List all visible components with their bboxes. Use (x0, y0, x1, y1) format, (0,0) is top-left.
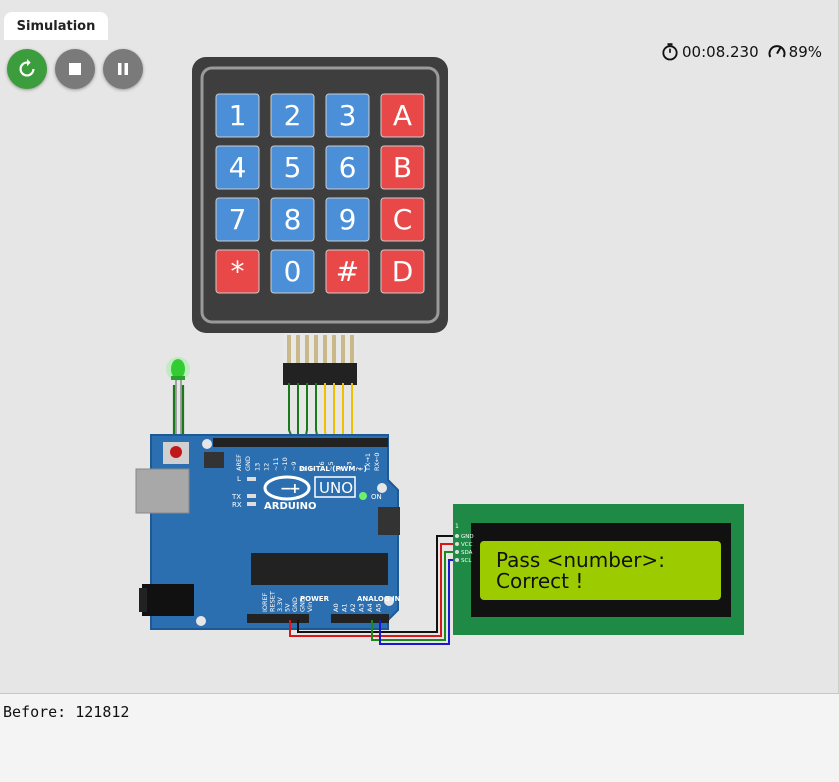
keypad-key-label: 1 (229, 99, 247, 132)
tx-label: TX (231, 493, 241, 501)
keypad-key-0[interactable]: 0 (270, 249, 315, 294)
keypad-key-label: D (392, 255, 414, 288)
arduino-logo-plus: + (289, 481, 301, 497)
analog-header-label: ANALOG IN (357, 595, 401, 603)
l-label: L (237, 475, 241, 483)
keypad-key-A[interactable]: A (380, 93, 425, 138)
simulation-canvas[interactable]: Simulation 00:08.230 89% 1 2 3 A 4 5 6 B… (0, 0, 839, 693)
keypad-key-label: * (231, 255, 245, 288)
analog-pin-label: A5 (375, 603, 383, 612)
arduino-uno-board[interactable]: − + UNO ARDUINO DIGITAL (PWM ~) ANALOG I… (135, 434, 401, 630)
keypad-key-#[interactable]: # (325, 249, 370, 294)
lcd-display[interactable]: 1 GNDVCCSDASCL Pass <number>: Correct ! (453, 504, 744, 635)
on-label: ON (371, 493, 382, 501)
analog-pin-label: A0 (332, 603, 340, 612)
digital-pin-label: RX←0 (373, 452, 381, 471)
digital-pin-label: 2 (355, 467, 363, 471)
digital-pin-label: ~6 (318, 461, 326, 471)
analog-pin-label: A2 (349, 603, 357, 612)
keypad-key-label: 0 (284, 255, 302, 288)
keypad-key-label: 8 (284, 203, 302, 236)
lcd-pin-label: SDA (461, 550, 473, 556)
keypad-key-1[interactable]: 1 (215, 93, 260, 138)
keypad-key-3[interactable]: 3 (325, 93, 370, 138)
arduino-brand: ARDUINO (264, 501, 316, 512)
digital-pin-label: ~5 (327, 461, 335, 471)
keypad-key-B[interactable]: B (380, 145, 425, 190)
digital-pin-label: ~11 (272, 457, 280, 471)
keypad-key-6[interactable]: 6 (325, 145, 370, 190)
digital-pin-label: 12 (263, 463, 271, 471)
keypad-key-2[interactable]: 2 (270, 93, 315, 138)
digital-pin-label: GND (244, 456, 252, 471)
analog-pin-label: A4 (366, 603, 374, 612)
keypad-key-D[interactable]: D (380, 249, 425, 294)
keypad-key-label: 3 (339, 99, 357, 132)
digital-pin-label: 8 (299, 467, 307, 471)
digital-pin-label: AREF (235, 454, 243, 471)
circuit-diagram: 1 2 3 A4 5 6 B7 8 9 C* 0 # D − + UNO ARD… (135, 57, 744, 645)
power-pin-label: Vin (306, 602, 314, 612)
digital-pin-label: 7 (309, 467, 317, 471)
keypad-key-label: 6 (339, 151, 357, 184)
arduino-model: UNO (319, 479, 353, 497)
keypad-key-label: 2 (284, 99, 302, 132)
keypad-key-label: 5 (284, 151, 302, 184)
digital-pin-label: 13 (253, 463, 261, 471)
digital-pin-label: 4 (336, 467, 344, 471)
keypad-key-label: C (393, 203, 413, 236)
lcd-line-2: Correct ! (496, 569, 583, 593)
serial-output: Before: 121812 (3, 703, 130, 721)
digital-pin-label: ~10 (281, 457, 289, 471)
keypad-key-label: 9 (339, 203, 357, 236)
keypad-key-label: 4 (229, 151, 247, 184)
keypad-key-9[interactable]: 9 (325, 197, 370, 242)
digital-pin-label: ~9 (290, 461, 298, 471)
lcd-pin-label: GND (461, 534, 474, 540)
keypad-key-5[interactable]: 5 (270, 145, 315, 190)
keypad-key-label: B (393, 151, 412, 184)
green-led[interactable] (166, 357, 190, 437)
keypad-key-label: # (336, 255, 359, 288)
keypad-key-4[interactable]: 4 (215, 145, 260, 190)
lcd-pin-one: 1 (455, 523, 459, 530)
keypad-key-*[interactable]: * (215, 249, 260, 294)
digital-pin-label: TX→1 (364, 453, 372, 472)
digital-pin-label: ~3 (345, 461, 353, 471)
lcd-pin-label: SCL (461, 558, 472, 564)
rx-label: RX (232, 501, 242, 509)
keypad-key-label: 7 (229, 203, 247, 236)
keypad[interactable]: 1 2 3 A 4 5 6 B 7 8 9 C * 0 # D (192, 57, 448, 385)
analog-pin-label: A3 (358, 603, 366, 612)
keypad-key-8[interactable]: 8 (270, 197, 315, 242)
serial-monitor[interactable]: Before: 121812 (0, 693, 839, 782)
keypad-key-label: A (393, 99, 412, 132)
analog-pin-label: A1 (341, 603, 349, 612)
lcd-pin-label: VCC (461, 542, 473, 548)
keypad-key-C[interactable]: C (380, 197, 425, 242)
keypad-key-7[interactable]: 7 (215, 197, 260, 242)
